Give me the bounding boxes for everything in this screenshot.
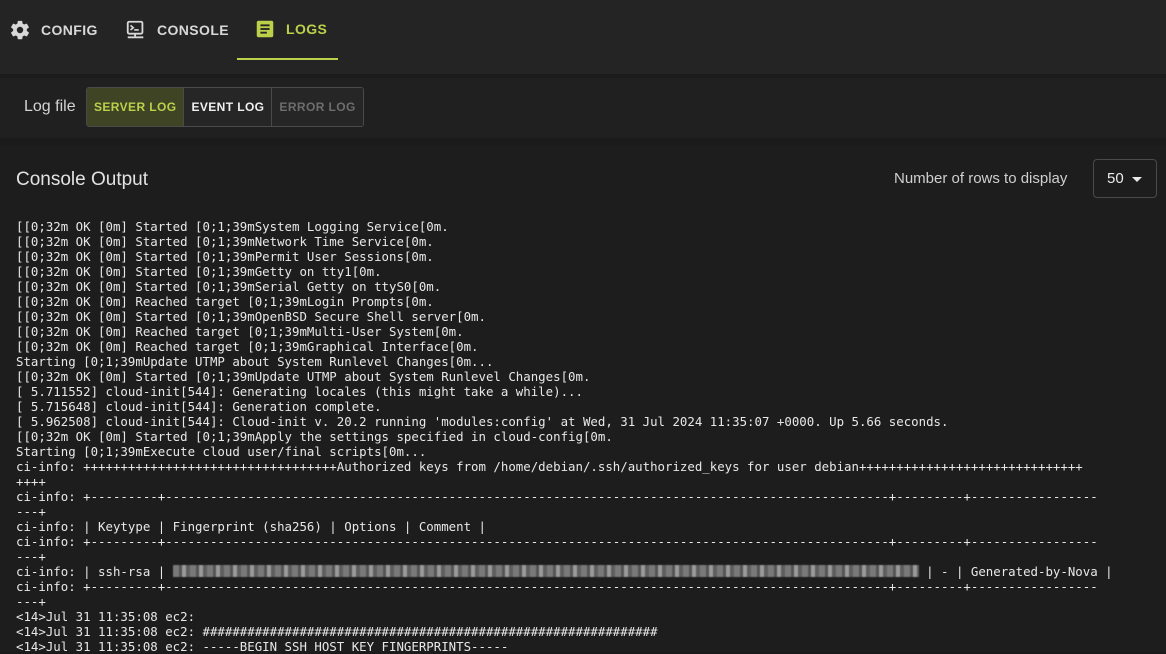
console-line: [[0;32m OK [0m] Reached target [0;1;39mL… xyxy=(16,294,434,309)
console-line: [ 5.962508] cloud-init[544]: Cloud-init … xyxy=(16,414,949,429)
panel-title: Console Output xyxy=(16,169,149,190)
server-log-button[interactable]: SERVER LOG xyxy=(87,88,185,126)
console-line: [[0;32m OK [0m] Started [0;1;39mSerial G… xyxy=(16,279,442,294)
tab-console-label: CONSOLE xyxy=(157,22,230,38)
console-line: ci-info: | ssh-rsa | | - | Generated-by-… xyxy=(16,564,1113,579)
rows-to-display-value: 50 xyxy=(1107,170,1124,187)
console-line: [[0;32m OK [0m] Reached target [0;1;39mM… xyxy=(16,324,464,339)
log-file-bar: Log file SERVER LOG EVENT LOG ERROR LOG xyxy=(0,78,1166,138)
tab-logs[interactable]: LOGS xyxy=(237,0,338,60)
gear-icon xyxy=(9,19,31,41)
console-line: [ 5.715648] cloud-init[544]: Generation … xyxy=(16,399,382,414)
console-line: ci-info: +---------+--------------------… xyxy=(16,534,1098,549)
tab-logs-label: LOGS xyxy=(286,21,328,37)
console-line: <14>Jul 31 11:35:08 ec2: ###############… xyxy=(16,624,658,639)
console-line: ci-info: +---------+--------------------… xyxy=(16,579,1098,594)
console-icon xyxy=(125,19,147,41)
top-tab-bar: CONFIG CONSOLE LOGS xyxy=(0,0,1166,74)
console-line: [[0;32m OK [0m] Started [0;1;39mNetwork … xyxy=(16,234,434,249)
console-output-panel: Console Output Number of rows to display… xyxy=(0,146,1166,654)
tab-config[interactable]: CONFIG xyxy=(9,0,101,60)
console-line: Starting [0;1;39mUpdate UTMP about Syste… xyxy=(16,354,494,369)
event-log-button[interactable]: EVENT LOG xyxy=(184,88,273,126)
log-file-button-group: SERVER LOG EVENT LOG ERROR LOG xyxy=(86,87,364,127)
console-line: [[0;32m OK [0m] Reached target [0;1;39mG… xyxy=(16,339,479,354)
console-line: ---+ xyxy=(16,504,46,519)
console-line: <14>Jul 31 11:35:08 ec2: xyxy=(16,609,196,624)
console-line: ci-info: | Keytype | Fingerprint (sha256… xyxy=(16,519,486,534)
chevron-down-icon xyxy=(1132,177,1142,182)
console-line: [ 5.711552] cloud-init[544]: Generating … xyxy=(16,384,583,399)
console-line: Starting [0;1;39mExecute cloud user/fina… xyxy=(16,444,427,459)
rows-to-display-label: Number of rows to display xyxy=(894,170,1068,187)
console-line: [[0;32m OK [0m] Started [0;1;39mUpdate U… xyxy=(16,369,591,384)
console-line: ci-info: +++++++++++++++++++++++++++++++… xyxy=(16,459,1083,474)
console-line: ci-info: +---------+--------------------… xyxy=(16,489,1098,504)
tab-config-label: CONFIG xyxy=(41,22,98,38)
console-line: ---+ xyxy=(16,549,46,564)
logs-icon xyxy=(254,18,276,40)
console-line: [[0;32m OK [0m] Started [0;1;39mApply th… xyxy=(16,429,613,444)
console-line: ---+ xyxy=(16,594,46,609)
console-line: [[0;32m OK [0m] Started [0;1;39mGetty on… xyxy=(16,264,382,279)
console-line: [[0;32m OK [0m] Started [0;1;39mSystem L… xyxy=(16,219,449,234)
console-line: ++++ xyxy=(16,474,46,489)
tab-console[interactable]: CONSOLE xyxy=(125,0,229,60)
console-line: [[0;32m OK [0m] Started [0;1;39mPermit U… xyxy=(16,249,434,264)
console-line: [[0;32m OK [0m] Started [0;1;39mOpenBSD … xyxy=(16,309,486,324)
log-file-label: Log file xyxy=(24,98,76,115)
console-output: [[0;32m OK [0m] Started [0;1;39mSystem L… xyxy=(16,219,1156,654)
rows-to-display-select[interactable]: 50 xyxy=(1093,159,1157,198)
error-log-button[interactable]: ERROR LOG xyxy=(272,88,363,126)
redacted-fingerprint xyxy=(172,565,919,577)
